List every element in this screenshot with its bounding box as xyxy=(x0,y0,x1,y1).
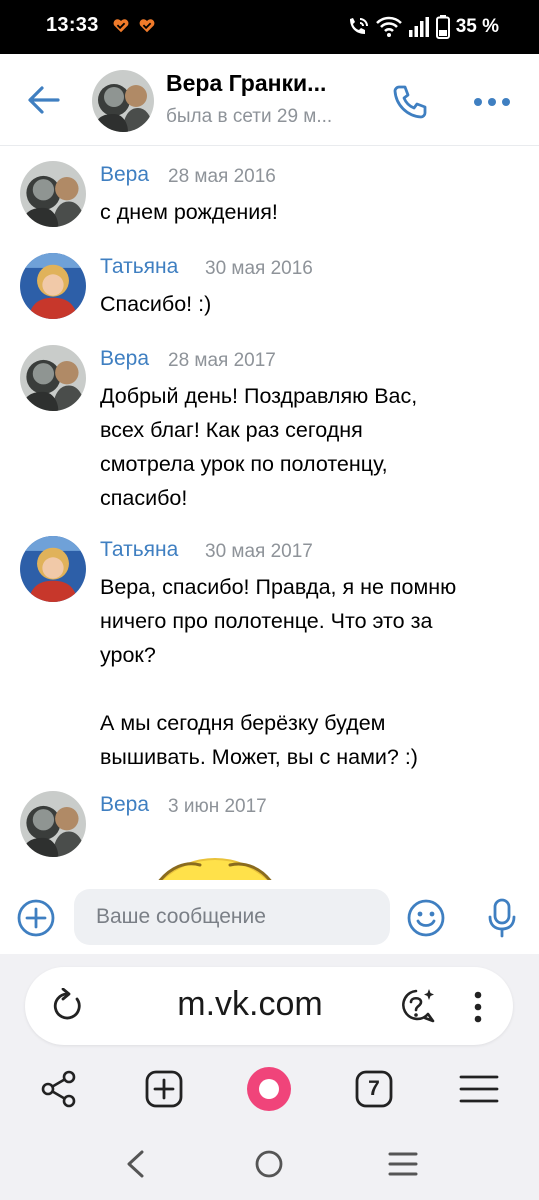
message-date: 30 мая 2016 xyxy=(205,258,313,279)
chevron-left-icon xyxy=(127,1150,144,1178)
message-author[interactable]: Вера xyxy=(100,347,149,371)
arrow-left-icon xyxy=(28,86,60,114)
home-circle-icon xyxy=(255,1150,283,1178)
phone-icon xyxy=(393,85,427,119)
wifi-call-icon xyxy=(349,18,368,34)
chat-title[interactable]: Вера Гранки... xyxy=(166,70,366,97)
battery-icon xyxy=(435,15,450,39)
emoji-button[interactable] xyxy=(404,896,448,940)
new-tab-button[interactable] xyxy=(141,1066,187,1112)
message-date: 28 мая 2017 xyxy=(168,350,276,371)
hamburger-menu-icon xyxy=(459,1075,499,1103)
tabs-button[interactable]: 7 xyxy=(351,1066,397,1112)
browser-menu-button[interactable] xyxy=(456,1066,502,1112)
kebab-menu-icon xyxy=(474,991,482,1023)
more-dots-icon xyxy=(474,98,510,106)
attach-button[interactable] xyxy=(14,896,58,940)
avatar-photo xyxy=(20,791,86,857)
recents-icon xyxy=(388,1152,418,1176)
alice-button[interactable] xyxy=(246,1066,292,1112)
avatar-photo xyxy=(20,161,86,227)
message-text: Спасибо! :) xyxy=(100,292,212,316)
status-time: 13:33 xyxy=(46,14,99,36)
chat-header: Вера Гранки... была в сети 29 м... xyxy=(0,54,539,146)
message-text: Добрый день! Поздравляю Вас, всех благ! … xyxy=(100,384,418,510)
avatar[interactable] xyxy=(20,345,86,411)
plus-circle-icon xyxy=(17,899,55,937)
reload-icon xyxy=(53,988,81,1020)
chat-question-icon xyxy=(402,989,435,1023)
more-button[interactable] xyxy=(470,80,514,124)
assistant-button[interactable] xyxy=(397,986,439,1028)
avatar-photo xyxy=(20,253,86,319)
battery-level: 35 % xyxy=(455,16,499,37)
back-button[interactable] xyxy=(22,78,66,122)
alice-assistant-icon xyxy=(247,1067,291,1111)
voice-message-button[interactable] xyxy=(480,896,524,940)
message-author[interactable]: Вера xyxy=(100,793,149,817)
heart-notification-icon xyxy=(139,19,155,33)
message-input[interactable] xyxy=(74,889,390,945)
wifi-icon xyxy=(375,16,402,37)
avatar[interactable] xyxy=(20,791,86,857)
share-button[interactable] xyxy=(36,1066,82,1112)
avatar[interactable] xyxy=(92,70,154,132)
url-text[interactable]: m.vk.com xyxy=(115,985,385,1024)
share-icon xyxy=(41,1070,76,1108)
status-bar: 13:33 35 % xyxy=(0,0,539,54)
avatar-photo xyxy=(20,536,86,602)
message-author[interactable]: Татьяна xyxy=(100,255,178,279)
heart-notification-icon xyxy=(113,19,129,33)
smiley-sticker-icon xyxy=(158,858,272,880)
message-text: с днем рождения! xyxy=(100,200,278,224)
system-home-button[interactable] xyxy=(246,1144,292,1184)
system-recents-button[interactable] xyxy=(380,1144,426,1184)
call-button[interactable] xyxy=(388,80,432,124)
message-author[interactable]: Татьяна xyxy=(100,538,178,562)
reload-button[interactable] xyxy=(47,986,87,1026)
plus-square-icon xyxy=(145,1070,183,1108)
microphone-icon xyxy=(488,898,516,938)
system-back-button[interactable] xyxy=(112,1144,158,1184)
message-date: 30 мая 2017 xyxy=(205,541,313,562)
address-bar[interactable]: m.vk.com xyxy=(25,967,513,1045)
avatar-photo xyxy=(92,70,154,132)
message-list[interactable]: Вера 28 мая 2016 с днем рождения! Татьян… xyxy=(0,147,539,880)
message-date: 28 мая 2016 xyxy=(168,166,276,187)
message-date: 3 июн 2017 xyxy=(168,796,267,817)
tabs-count: 7 xyxy=(368,1077,380,1100)
smile-icon xyxy=(407,899,445,937)
message-author[interactable]: Вера xyxy=(100,163,149,187)
sticker-smiley[interactable] xyxy=(130,847,300,880)
signal-icon xyxy=(408,17,429,37)
message-text: Вера, спасибо! Правда, я не помню ничего… xyxy=(100,575,457,769)
online-status: была в сети 29 м... xyxy=(166,106,333,127)
page-menu-button[interactable] xyxy=(463,986,493,1028)
status-indicators: 35 % xyxy=(346,13,499,41)
avatar-photo xyxy=(20,345,86,411)
avatar[interactable] xyxy=(20,253,86,319)
browser-chrome: m.vk.com 7 xyxy=(0,954,539,1200)
avatar[interactable] xyxy=(20,536,86,602)
avatar[interactable] xyxy=(20,161,86,227)
message-composer xyxy=(0,880,539,954)
